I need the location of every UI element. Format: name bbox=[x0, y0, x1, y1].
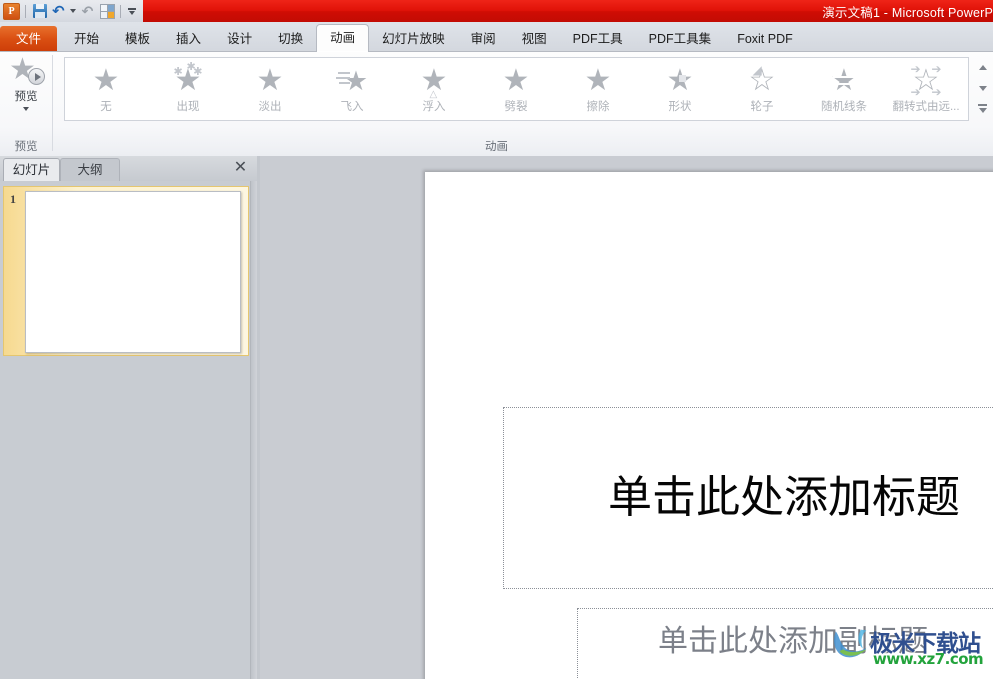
save-icon[interactable] bbox=[30, 2, 49, 21]
powerpoint-window: 演示文稿1 - Microsoft PowerP P ↷ ↶ 文件 开始 模板 … bbox=[0, 0, 993, 679]
tab-review[interactable]: 审阅 bbox=[458, 27, 509, 52]
ribbon-group-animation-label: 动画 bbox=[485, 141, 508, 153]
star-floatin-icon: ★ △ bbox=[420, 63, 448, 100]
tab-animations[interactable]: 动画 bbox=[316, 24, 370, 52]
star-appear-icon: ★ ✱ ✱ ✱ bbox=[173, 60, 203, 97]
subtitle-placeholder[interactable]: 单击此处添加副标题 bbox=[577, 608, 993, 679]
ribbon-group-animation: ★ 无 ★ ✱ ✱ ✱ 出现 ★ 淡出 ★ 飞入 ★ △ 浮入 ★ 劈裂 ★ 擦… bbox=[53, 51, 993, 155]
title-placeholder[interactable]: 单击此处添加标题 bbox=[503, 407, 993, 589]
subtitle-placeholder-text: 单击此处添加副标题 bbox=[658, 625, 928, 658]
tab-view[interactable]: 视图 bbox=[509, 27, 560, 52]
star-wheel-icon: ☆ ◢ bbox=[748, 62, 776, 97]
powerpoint-logo-icon[interactable]: P bbox=[2, 2, 21, 21]
slide-thumbnail-list: 1 bbox=[0, 181, 250, 679]
tab-outline[interactable]: 大纲 bbox=[60, 158, 120, 182]
undo-icon[interactable]: ↷ bbox=[49, 2, 68, 21]
animation-wipe[interactable]: ★ 擦除 bbox=[557, 59, 639, 119]
star-shape-icon: ★ bbox=[667, 65, 694, 97]
preview-dropdown-icon[interactable] bbox=[23, 107, 29, 111]
slide-pane-tab-strip: 幻灯片 大纲 ✕ bbox=[0, 156, 257, 182]
tab-slideshow[interactable]: 幻灯片放映 bbox=[369, 27, 458, 52]
undo-dropdown-icon[interactable] bbox=[68, 2, 78, 21]
ribbon-panel: ★ 预览 预览 ★ 无 ★ ✱ ✱ ✱ 出现 ★ 淡出 ★ 飞入 ★ △ 浮入 … bbox=[0, 51, 993, 157]
window-title: 演示文稿1 - Microsoft PowerP bbox=[822, 6, 993, 20]
slide-canvas[interactable]: 单击此处添加标题 单击此处添加副标题 bbox=[425, 172, 993, 679]
animation-shape[interactable]: ★ 形状 bbox=[639, 59, 721, 119]
title-bar: 演示文稿1 - Microsoft PowerP P ↷ ↶ bbox=[0, 0, 993, 22]
animation-split[interactable]: ★ 劈裂 bbox=[475, 59, 557, 119]
tab-pdf-suite[interactable]: PDF工具集 bbox=[636, 27, 725, 52]
thumbnail-number: 1 bbox=[10, 192, 16, 206]
tab-transitions[interactable]: 切换 bbox=[265, 27, 316, 52]
animation-gallery[interactable]: ★ 无 ★ ✱ ✱ ✱ 出现 ★ 淡出 ★ 飞入 ★ △ 浮入 ★ 劈裂 ★ 擦… bbox=[64, 57, 969, 121]
customize-icon[interactable] bbox=[125, 2, 139, 21]
qat-divider-1 bbox=[25, 4, 26, 18]
star-plain-icon: ★ bbox=[92, 63, 120, 97]
thumbnail-preview[interactable] bbox=[25, 191, 241, 353]
star-fade-icon: ★ bbox=[256, 63, 284, 97]
star-randombars-icon: ★ bbox=[830, 63, 859, 97]
qat-divider-2 bbox=[120, 4, 121, 18]
tab-design[interactable]: 设计 bbox=[214, 27, 265, 52]
animation-partial[interactable]: ★ ➔ 纟 bbox=[967, 59, 968, 119]
ribbon-tab-underline bbox=[0, 51, 993, 52]
ribbon-tabs: 文件 开始 模板 插入 设计 切换 动画 幻灯片放映 审阅 视图 PDF工具 P… bbox=[0, 22, 806, 52]
animation-gallery-scroll[interactable] bbox=[974, 57, 991, 119]
gallery-scroll-up-button[interactable] bbox=[974, 57, 991, 78]
preview-button[interactable]: ★ 预览 bbox=[2, 55, 50, 117]
star-play-icon: ★ bbox=[9, 55, 45, 87]
tab-template[interactable]: 模板 bbox=[112, 27, 163, 52]
preview-button-label: 预览 bbox=[14, 91, 38, 103]
animation-flyin[interactable]: ★ 飞入 bbox=[311, 59, 393, 119]
quick-access-toolbar: P ↷ ↶ bbox=[2, 1, 139, 21]
slide-editing-area: 单击此处添加标题 单击此处添加副标题 bbox=[260, 156, 993, 679]
redo-icon[interactable]: ↶ bbox=[78, 2, 97, 21]
thumbnail-item-1[interactable]: 1 bbox=[3, 186, 249, 356]
slide-thumbnail-pane: 幻灯片 大纲 ✕ 1 bbox=[0, 156, 258, 679]
tab-pdf-tools[interactable]: PDF工具 bbox=[560, 27, 636, 52]
tab-slides[interactable]: 幻灯片 bbox=[3, 158, 60, 182]
animation-appear[interactable]: ★ ✱ ✱ ✱ 出现 bbox=[147, 59, 229, 119]
animation-none[interactable]: ★ 无 bbox=[65, 59, 147, 119]
animation-flip-from-far[interactable]: ☆ ➔ ➔ ➔ ➔ 翻转式由远... bbox=[885, 59, 967, 119]
gallery-more-button[interactable] bbox=[974, 98, 991, 119]
tab-foxit-pdf[interactable]: Foxit PDF bbox=[724, 27, 806, 52]
tab-file[interactable]: 文件 bbox=[0, 26, 58, 52]
star-flyin-icon: ★ bbox=[335, 65, 368, 97]
from-beginning-icon[interactable] bbox=[97, 2, 116, 21]
star-split-icon: ★ bbox=[502, 63, 530, 97]
star-wipe-icon: ★ bbox=[584, 63, 612, 97]
tab-home[interactable]: 开始 bbox=[61, 27, 112, 52]
title-placeholder-text: 单击此处添加标题 bbox=[608, 472, 960, 522]
close-icon[interactable]: ✕ bbox=[232, 160, 249, 177]
animation-randombars[interactable]: ★ 随机线条 bbox=[803, 59, 885, 119]
animation-wheel[interactable]: ☆ ◢ 轮子 bbox=[721, 59, 803, 119]
star-flip-icon: ☆ ➔ ➔ ➔ ➔ bbox=[910, 61, 942, 99]
animation-fade[interactable]: ★ 淡出 bbox=[229, 59, 311, 119]
title-bar-background: 演示文稿1 - Microsoft PowerP bbox=[143, 0, 993, 22]
gallery-scroll-down-button[interactable] bbox=[974, 78, 991, 99]
tab-insert[interactable]: 插入 bbox=[163, 27, 214, 52]
ribbon-tab-strip: 文件 开始 模板 插入 设计 切换 动画 幻灯片放映 审阅 视图 PDF工具 P… bbox=[0, 22, 993, 52]
animation-floatin[interactable]: ★ △ 浮入 bbox=[393, 59, 475, 119]
